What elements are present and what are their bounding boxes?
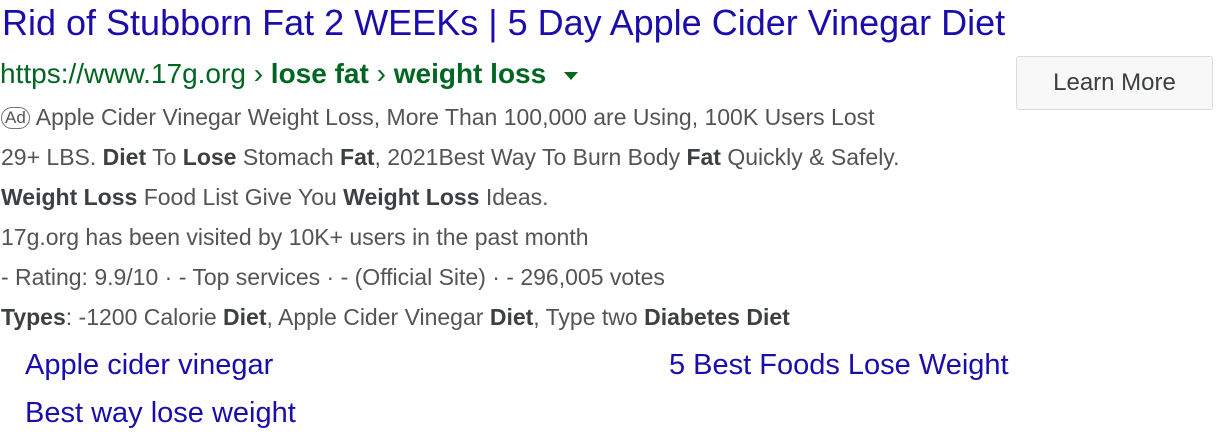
types-label: Types xyxy=(1,304,66,330)
keyword-highlight: Fat xyxy=(340,144,375,170)
sitelink-best-way-lose-weight[interactable]: Best way lose weight xyxy=(25,393,296,433)
url-base[interactable]: https://www.17g.org xyxy=(0,58,246,89)
keyword-highlight: Fat xyxy=(686,144,721,170)
keyword-highlight: Diet xyxy=(489,304,534,330)
ad-title-link[interactable]: Rid of Stubborn Fat 2 WEEKs | 5 Day Appl… xyxy=(2,0,1005,46)
description-line-2: 29+ LBS. Diet To Lose Stomach Fat, 2021B… xyxy=(1,137,1001,177)
keyword-highlight: Weight Loss xyxy=(343,184,480,210)
keyword-highlight: Diabetes Diet xyxy=(644,304,790,330)
types-line: Types: -1200 Calorie Diet, Apple Cider V… xyxy=(1,297,1001,337)
description-segment: , 2021Best Way To Burn Body xyxy=(374,144,687,170)
ad-badge: Ad xyxy=(1,107,30,129)
search-ad-result: Rid of Stubborn Fat 2 WEEKs | 5 Day Appl… xyxy=(0,0,1216,442)
keyword-highlight: Lose xyxy=(182,144,237,170)
description-segment: To xyxy=(146,144,183,170)
keyword-highlight: Diet xyxy=(223,304,267,330)
visits-note: 17g.org has been visited by 10K+ users i… xyxy=(1,224,589,250)
keyword-highlight: Diet xyxy=(102,144,147,170)
description-segment: Food List Give You xyxy=(137,184,344,210)
description-segment: Ideas. xyxy=(479,184,549,210)
description-segment: : -1200 Calorie xyxy=(65,304,224,330)
ad-display-url: https://www.17g.org › lose fat › weight … xyxy=(0,54,578,94)
description-line-3: Weight Loss Food List Give You Weight Lo… xyxy=(1,177,1001,217)
keyword-highlight: Weight Loss xyxy=(1,184,138,210)
description-segment: , Apple Cider Vinegar xyxy=(266,304,490,330)
sitelink-apple-cider-vinegar[interactable]: Apple cider vinegar xyxy=(25,345,273,385)
sitelink-best-foods-lose-weight[interactable]: 5 Best Foods Lose Weight xyxy=(669,345,1009,385)
description-segment: Stomach xyxy=(236,144,341,170)
url-crumb-weight-loss[interactable]: weight loss xyxy=(394,58,546,89)
url-separator: › xyxy=(253,58,264,89)
description-segment: , Type two xyxy=(533,304,645,330)
description-line-1: Ad Apple Cider Vinegar Weight Loss, More … xyxy=(1,97,1001,137)
url-crumb-lose-fat[interactable]: lose fat xyxy=(271,58,369,89)
url-separator: › xyxy=(376,58,386,89)
learn-more-button[interactable]: Learn More xyxy=(1016,56,1213,110)
description-text: Apple Cider Vinegar Weight Loss, More Th… xyxy=(35,104,875,130)
ad-description: Ad Apple Cider Vinegar Weight Loss, More … xyxy=(1,97,1001,337)
caret-down-icon[interactable] xyxy=(563,71,578,80)
rating-line: - Rating: 9.9/10 · - Top services · - (O… xyxy=(1,264,665,290)
description-segment: Quickly & Safely. xyxy=(720,144,900,170)
description-segment: 29+ LBS. xyxy=(1,144,103,170)
